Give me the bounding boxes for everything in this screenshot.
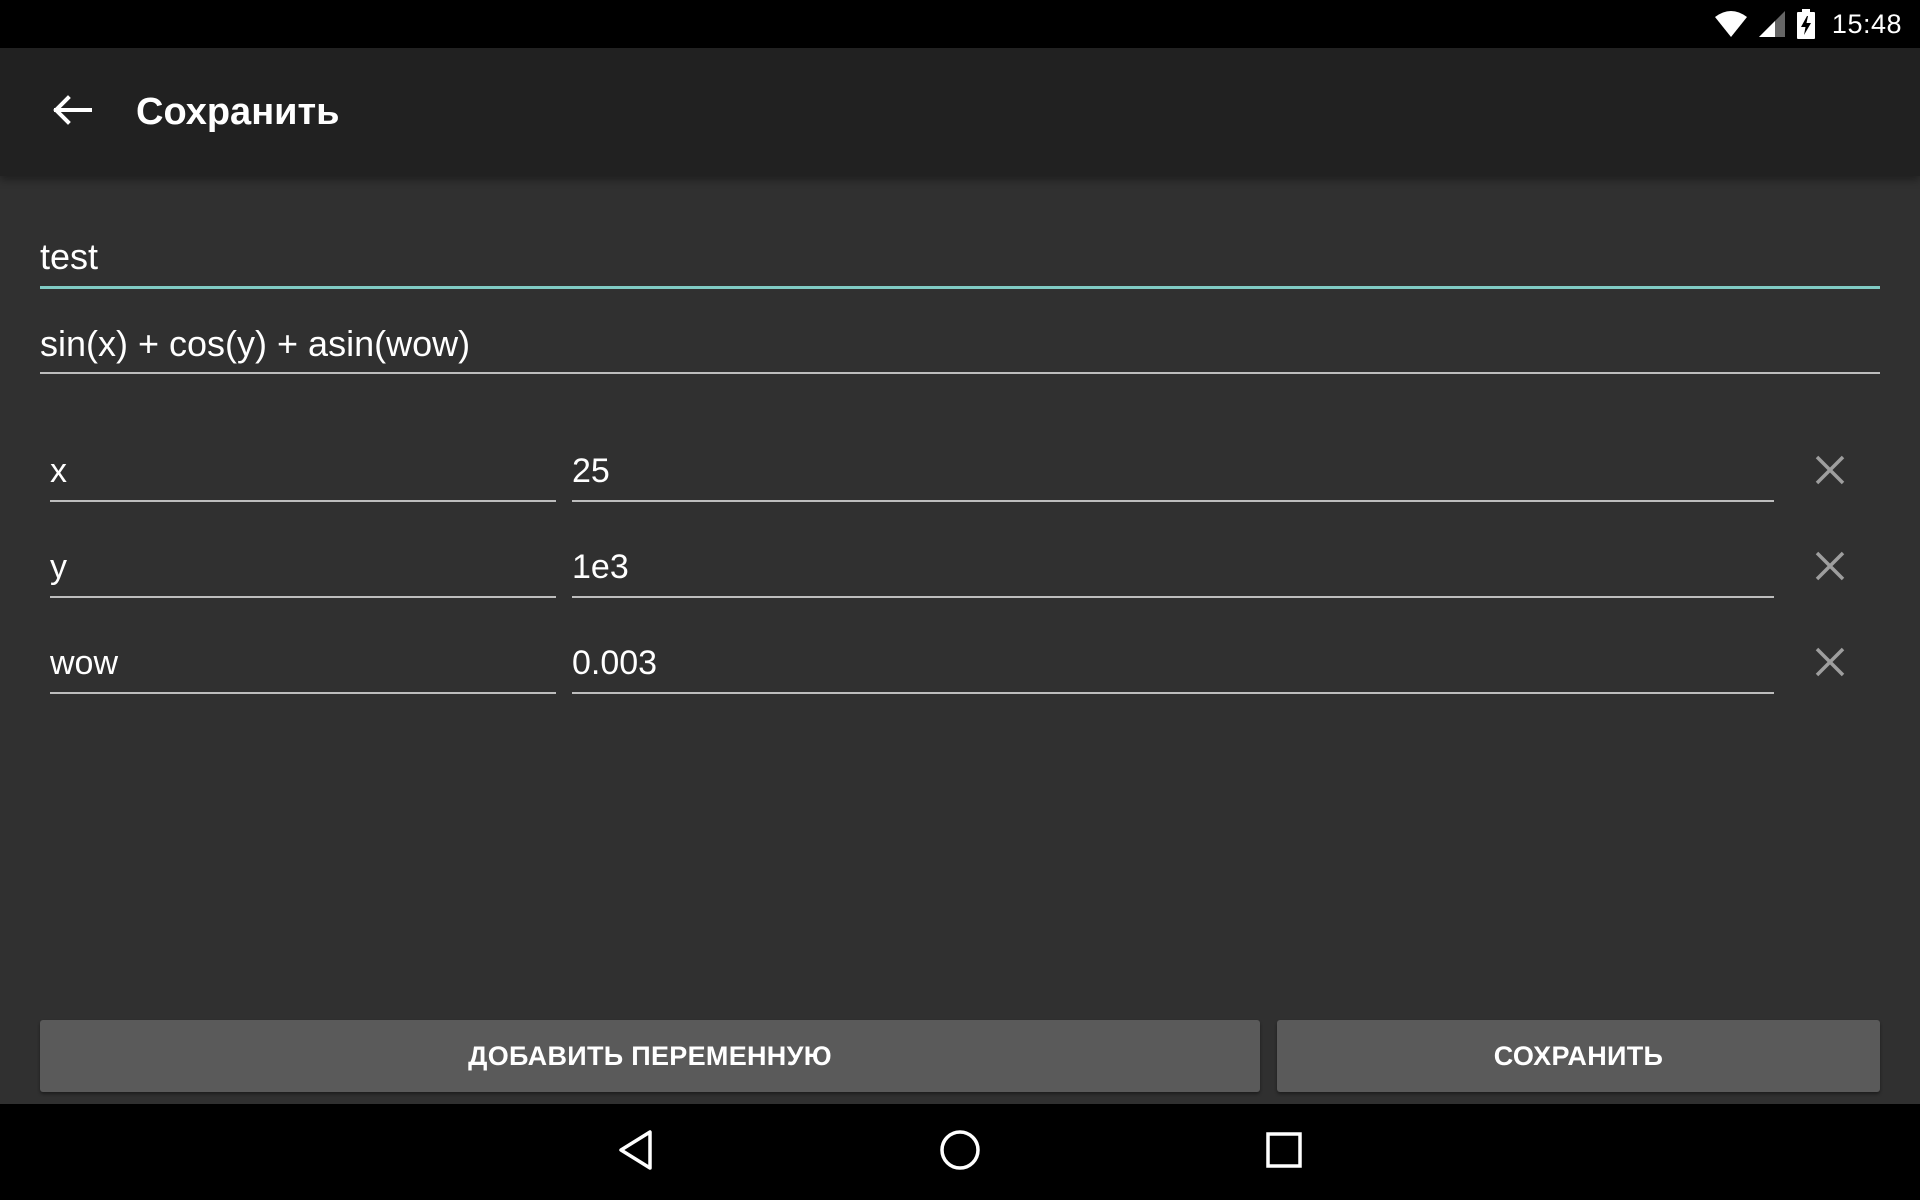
back-button[interactable]: [36, 80, 108, 144]
battery-charging-icon: [1796, 9, 1816, 39]
status-bar: 15:48: [0, 0, 1920, 48]
status-icons: 15:48: [1714, 0, 1902, 48]
variable-value-field[interactable]: [572, 442, 1774, 502]
app-bar: Сохранить: [0, 48, 1920, 176]
cell-signal-icon: [1758, 10, 1786, 38]
variable-name-field[interactable]: [50, 634, 556, 694]
variable-row: [0, 442, 1920, 512]
variable-name-field[interactable]: [50, 538, 556, 598]
page-title: Сохранить: [136, 91, 340, 133]
remove-variable-button[interactable]: [1804, 542, 1856, 594]
add-variable-button[interactable]: ДОБАВИТЬ ПЕРЕМЕННУЮ: [40, 1020, 1260, 1092]
back-triangle-icon: [616, 1128, 656, 1177]
save-button[interactable]: СОХРАНИТЬ: [1277, 1020, 1880, 1092]
variable-value-field[interactable]: [572, 538, 1774, 598]
variable-name-field[interactable]: [50, 442, 556, 502]
form-content: ДОБАВИТЬ ПЕРЕМЕННУЮ СОХРАНИТЬ: [0, 176, 1920, 1104]
variable-row: [0, 538, 1920, 608]
remove-variable-button[interactable]: [1804, 638, 1856, 690]
nav-back-button[interactable]: [604, 1124, 668, 1180]
wifi-icon: [1714, 10, 1748, 38]
variable-value-field[interactable]: [572, 634, 1774, 694]
navigation-bar: [0, 1104, 1920, 1200]
arrow-left-icon: [52, 94, 92, 130]
recents-square-icon: [1264, 1130, 1304, 1175]
close-icon: [1815, 551, 1845, 586]
name-field[interactable]: [40, 228, 1880, 289]
remove-variable-button[interactable]: [1804, 446, 1856, 498]
home-circle-icon: [938, 1128, 982, 1177]
nav-home-button[interactable]: [928, 1124, 992, 1180]
close-icon: [1815, 647, 1845, 682]
close-icon: [1815, 455, 1845, 490]
formula-field[interactable]: [40, 316, 1880, 374]
nav-recents-button[interactable]: [1252, 1124, 1316, 1180]
variable-row: [0, 634, 1920, 704]
clock: 15:48: [1831, 8, 1902, 39]
